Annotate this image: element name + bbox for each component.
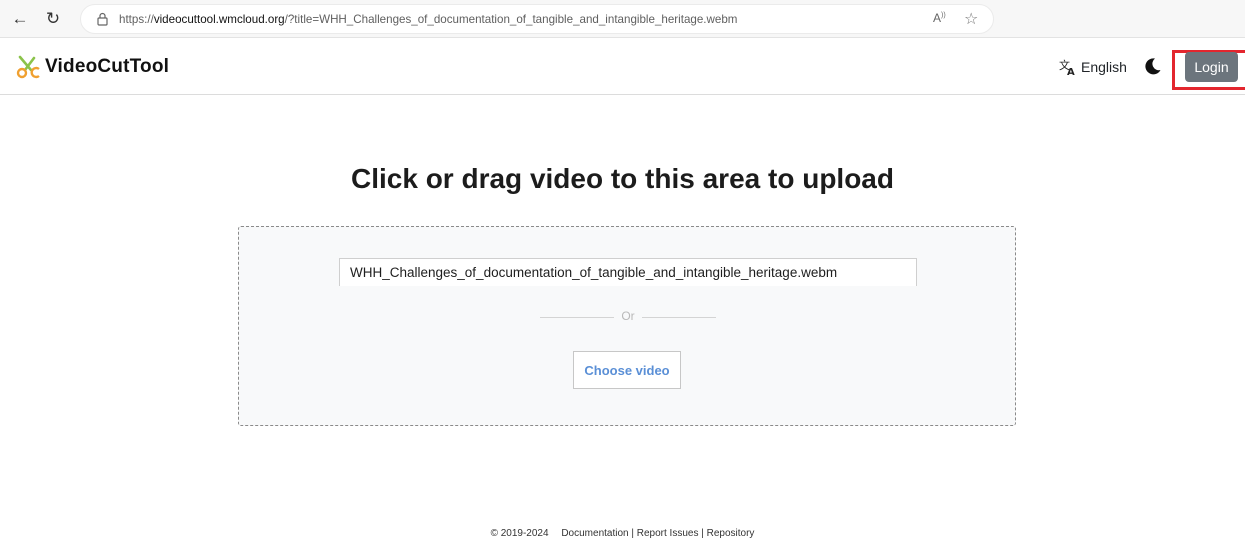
- choose-video-button[interactable]: Choose video: [573, 351, 681, 389]
- upload-drop-zone[interactable]: Or Choose video: [238, 226, 1016, 426]
- back-icon[interactable]: ←: [10, 9, 30, 29]
- login-button[interactable]: Login: [1185, 52, 1238, 82]
- url-text[interactable]: https://videocuttool.wmcloud.org/?title=…: [119, 13, 737, 26]
- moon-icon[interactable]: [1144, 57, 1162, 75]
- browser-toolbar: ← ↻ https://videocuttool.wmcloud.org/?ti…: [0, 0, 1245, 38]
- app-header: VideoCutTool 文 A English Login: [0, 38, 1245, 95]
- repository-link[interactable]: Repository: [707, 528, 755, 539]
- video-title-input[interactable]: [339, 258, 917, 286]
- footer-separator: |: [698, 528, 707, 539]
- footer-separator: |: [628, 528, 637, 539]
- scissors-logo-icon[interactable]: [14, 55, 42, 79]
- report-issues-link[interactable]: Report Issues: [637, 528, 699, 539]
- reload-icon[interactable]: ↻: [43, 9, 63, 29]
- favorite-star-icon[interactable]: ☆: [964, 9, 978, 29]
- url-prefix: https://: [119, 13, 154, 26]
- copyright-text: © 2019-2024: [490, 528, 549, 539]
- url-path: /?title=WHH_Challenges_of_documentation_…: [284, 13, 738, 26]
- divider-left: [540, 317, 614, 318]
- footer: © 2019-2024 Documentation | Report Issue…: [0, 528, 1245, 539]
- documentation-link[interactable]: Documentation: [561, 528, 628, 539]
- translate-icon[interactable]: 文 A: [1059, 58, 1077, 76]
- address-bar[interactable]: https://videocuttool.wmcloud.org/?title=…: [80, 4, 994, 34]
- read-aloud-icon[interactable]: A)): [933, 11, 946, 25]
- logo-text[interactable]: VideoCutTool: [45, 56, 169, 78]
- page-title: Click or drag video to this area to uplo…: [351, 163, 894, 194]
- lock-icon[interactable]: [97, 12, 108, 26]
- or-label: Or: [621, 309, 635, 323]
- url-host: videocuttool.wmcloud.org: [153, 13, 285, 26]
- divider-right: [642, 317, 716, 318]
- language-selector[interactable]: English: [1081, 59, 1127, 75]
- svg-text:A: A: [1067, 67, 1075, 76]
